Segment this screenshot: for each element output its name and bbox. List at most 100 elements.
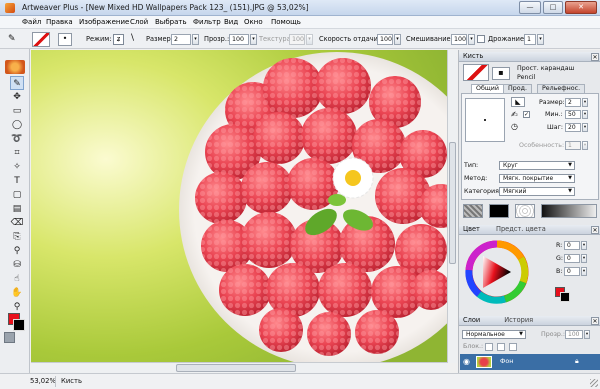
opacity-spinner[interactable]: ▾ [250, 34, 257, 45]
blend-mode-dropdown[interactable]: Нормальное ▼ [462, 330, 526, 339]
background-color-swatch[interactable] [13, 319, 25, 331]
canvas-image[interactable] [31, 50, 447, 362]
ellipse-select-icon[interactable]: ◯ [10, 118, 24, 132]
minimize-button[interactable]: — [519, 1, 541, 14]
brush-shape-button[interactable]: ◣ [511, 97, 525, 107]
texture-preview[interactable] [463, 204, 483, 218]
brush-panel-close-button[interactable]: ✕ [591, 53, 599, 61]
min-checkbox[interactable]: ✓ [523, 111, 530, 118]
lasso-icon[interactable]: ➰ [10, 132, 24, 146]
brush-step-spinner[interactable]: ▾ [582, 123, 588, 132]
zoom-icon[interactable]: ⚲ [10, 300, 24, 314]
brush-dot-picker[interactable]: • [58, 33, 72, 46]
mix-input[interactable]: 100 [451, 34, 467, 45]
hand-icon[interactable]: ✋ [10, 286, 24, 300]
color-wheel[interactable] [465, 240, 529, 304]
category-dropdown[interactable]: Мягкий ▼ [499, 187, 575, 196]
type-dropdown[interactable]: Круг ▼ [499, 161, 575, 170]
color-tab[interactable]: Цвет [463, 225, 480, 233]
g-spinner[interactable]: ▾ [581, 254, 587, 263]
canvas-area[interactable] [31, 50, 457, 362]
resize-grip[interactable] [590, 379, 598, 387]
shape-icon[interactable]: ▢ [10, 188, 24, 202]
color-sets-tab[interactable]: Предст. цвета [496, 225, 546, 233]
panel-background-swatch[interactable] [560, 292, 570, 302]
lock-position-checkbox[interactable] [509, 343, 517, 351]
grain-preview[interactable] [515, 204, 535, 218]
layers-tab[interactable]: Слои [463, 316, 480, 324]
eye-icon[interactable]: ◉ [463, 357, 472, 366]
jitter-spinner[interactable]: ▾ [537, 34, 544, 45]
menu-image[interactable]: Изображение [79, 18, 129, 26]
eyedropper-icon[interactable]: ⚲ [10, 244, 24, 258]
mask-mode-icon[interactable] [4, 332, 15, 343]
speed-spinner[interactable]: ▾ [394, 34, 401, 45]
brush-features-spinner[interactable]: ▾ [582, 141, 588, 150]
lock-transparency-checkbox[interactable] [485, 343, 493, 351]
rect-select-icon[interactable]: ▭ [10, 104, 24, 118]
layers-panel-close-button[interactable]: ✕ [591, 317, 599, 325]
jitter-checkbox[interactable] [477, 35, 485, 43]
g-input[interactable]: 0 [564, 254, 580, 263]
smudge-icon[interactable]: ☝ [10, 272, 24, 286]
tab-general[interactable]: Общий [471, 84, 504, 93]
horizontal-scroll-thumb[interactable] [176, 364, 296, 372]
menu-file[interactable]: Файл [22, 18, 41, 26]
gradient-icon[interactable]: ▤ [10, 202, 24, 216]
clone-icon[interactable]: ⎘ [10, 230, 24, 244]
gradient-preview[interactable] [541, 204, 597, 218]
mix-spinner[interactable]: ▾ [468, 34, 475, 45]
speed-input[interactable]: 100 [377, 34, 393, 45]
move-icon[interactable]: ✥ [10, 90, 24, 104]
color-variance-preview[interactable] [489, 204, 509, 218]
mode-line-button[interactable]: \ [127, 34, 138, 45]
horizontal-scrollbar[interactable] [31, 362, 447, 373]
layer-row[interactable]: ◉ Фон 🔒︎ [460, 354, 600, 370]
texture-input[interactable]: 100 [289, 34, 305, 45]
brush-features-input[interactable]: 1 [565, 141, 581, 150]
crop-icon[interactable]: ⌗ [10, 146, 24, 160]
size-input[interactable]: 2 [171, 34, 191, 45]
r-spinner[interactable]: ▾ [581, 241, 587, 250]
jitter-input[interactable]: 1 [524, 34, 536, 45]
color-panel-close-button[interactable]: ✕ [591, 226, 599, 234]
brush-size-spinner[interactable]: ▾ [582, 98, 588, 107]
text-icon[interactable]: T [10, 174, 24, 188]
brush-preset-thumbnail[interactable] [463, 64, 489, 81]
brush-min-spinner[interactable]: ▾ [582, 110, 588, 119]
menu-layer[interactable]: Слой [130, 18, 148, 26]
menu-filter[interactable]: Фильтр [193, 18, 221, 26]
method-dropdown[interactable]: Мягк. покрытие ▼ [499, 174, 575, 183]
brush-min-input[interactable]: 50 [565, 110, 581, 119]
history-tab[interactable]: История [504, 316, 533, 324]
close-button[interactable]: ✕ [565, 1, 597, 14]
brush-icon[interactable]: ✎ [10, 76, 24, 90]
menu-window[interactable]: Окно [244, 18, 263, 26]
maximize-button[interactable]: □ [543, 1, 563, 14]
texture-spinner[interactable]: ▾ [306, 34, 313, 45]
magic-wand-icon[interactable]: ✧ [10, 160, 24, 174]
menu-edit[interactable]: Правка [46, 18, 73, 26]
vertical-scrollbar[interactable] [447, 50, 457, 363]
size-spinner[interactable]: ▾ [192, 34, 199, 45]
layer-opacity-spinner[interactable]: ▾ [584, 330, 590, 339]
menu-view[interactable]: Вид [224, 18, 238, 26]
brush-step-input[interactable]: 20 [565, 123, 581, 132]
fill-bucket-icon[interactable]: ⛁ [10, 258, 24, 272]
r-input[interactable]: 0 [564, 241, 580, 250]
brush-variant-button[interactable]: ▪ [492, 67, 510, 80]
vertical-scroll-thumb[interactable] [449, 142, 456, 264]
tab-advanced[interactable]: Прод. [503, 84, 532, 93]
b-spinner[interactable]: ▾ [581, 267, 587, 276]
tab-relief[interactable]: Рельефнос. [537, 84, 586, 93]
menu-help[interactable]: Помощь [271, 18, 301, 26]
eraser-icon[interactable]: ⌫ [10, 216, 24, 230]
layer-opacity-input[interactable]: 100 [565, 330, 583, 339]
menu-select[interactable]: Выбрать [155, 18, 187, 26]
lock-pixels-checkbox[interactable] [497, 343, 505, 351]
opacity-input[interactable]: 100 [229, 34, 249, 45]
brush-preset-picker[interactable] [32, 32, 50, 47]
mode-curve-button[interactable]: ʑ [113, 34, 124, 45]
brush-size-input[interactable]: 2 [565, 98, 581, 107]
b-input[interactable]: 0 [564, 267, 580, 276]
